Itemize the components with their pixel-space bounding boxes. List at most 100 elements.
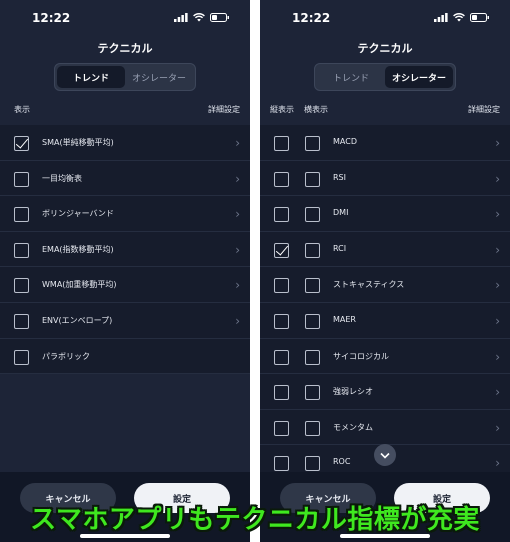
item-label: ROC (333, 457, 351, 467)
item-label: DMI (333, 208, 349, 218)
column-header: 縦表示 横表示 詳細設定 (260, 104, 510, 120)
clock: 12:22 (32, 11, 71, 25)
item-label: 強弱レシオ (333, 387, 373, 397)
home-indicator (80, 534, 170, 538)
horizontal-checkbox[interactable] (305, 278, 320, 294)
vertical-checkbox[interactable] (274, 349, 289, 365)
item-label: WMA(加重移動平均) (42, 280, 117, 290)
indicator-list: MACD › RSI › DMI › RCI › ストキャスティクス › MAE… (260, 125, 510, 481)
indicator-list: SMA(単純移動平均) › 一目均衡表 › ボリンジャーバンド › EMA(指数… (0, 125, 250, 375)
chevron-right-icon[interactable]: › (495, 422, 500, 434)
status-bar: 12:22 (260, 0, 510, 36)
horizontal-checkbox[interactable] (305, 242, 320, 258)
horizontal-checkbox[interactable] (305, 313, 320, 329)
horizontal-checkbox[interactable] (305, 207, 320, 223)
item-label: RCI (333, 243, 347, 253)
chevron-right-icon[interactable]: › (495, 386, 500, 398)
item-label: RSI (333, 172, 346, 182)
list-item[interactable]: モメンタム › (260, 410, 510, 446)
list-item[interactable]: RCI › (260, 232, 510, 268)
item-label: 一目均衡表 (42, 173, 82, 183)
horizontal-checkbox[interactable] (305, 385, 320, 401)
signal-icon (434, 13, 448, 22)
horizontal-checkbox[interactable] (305, 420, 320, 436)
tab-oscillator[interactable]: オシレーター (385, 66, 453, 88)
battery-icon (210, 13, 229, 22)
item-label: モメンタム (333, 422, 373, 432)
chevron-right-icon[interactable]: › (235, 173, 240, 185)
chevron-right-icon[interactable]: › (495, 137, 500, 149)
tab-trend[interactable]: トレンド (317, 66, 385, 88)
display-checkbox[interactable] (14, 136, 29, 151)
display-checkbox[interactable] (14, 349, 29, 365)
list-item[interactable]: MACD › (260, 125, 510, 161)
list-item[interactable]: パラボリック (0, 339, 250, 375)
horizontal-checkbox[interactable] (305, 349, 320, 365)
vertical-checkbox[interactable] (274, 420, 289, 436)
detail-header: 詳細設定 (468, 105, 500, 114)
chevron-right-icon[interactable]: › (235, 279, 240, 291)
vertical-header: 縦表示 (270, 105, 294, 114)
item-label: MAER (333, 314, 356, 324)
list-item[interactable]: WMA(加重移動平均) › (0, 267, 250, 303)
list-item[interactable]: サイコロジカル › (260, 339, 510, 375)
left-phone-screen: 12:22 テクニカル トレンド オシレーター 表示 詳細設定 SMA(単純移動… (0, 0, 250, 542)
detail-header: 詳細設定 (208, 105, 240, 114)
vertical-checkbox[interactable] (274, 171, 289, 187)
promo-caption: スマホアプリもテクニカル指標が充実 (30, 504, 480, 535)
chevron-right-icon[interactable]: › (235, 244, 240, 256)
chevron-right-icon[interactable]: › (495, 315, 500, 327)
display-checkbox[interactable] (14, 207, 29, 223)
chevron-right-icon[interactable]: › (495, 351, 500, 363)
vertical-checkbox[interactable] (274, 136, 289, 151)
vertical-checkbox[interactable] (274, 313, 289, 329)
tab-trend[interactable]: トレンド (57, 66, 125, 88)
list-item[interactable]: ストキャスティクス › (260, 267, 510, 303)
vertical-checkbox[interactable] (274, 207, 289, 223)
status-icons (174, 13, 230, 22)
list-item[interactable]: 強弱レシオ › (260, 374, 510, 410)
wifi-icon (193, 13, 205, 22)
list-item[interactable]: MAER › (260, 303, 510, 339)
display-checkbox[interactable] (14, 313, 29, 329)
display-header: 表示 (14, 105, 30, 114)
chevron-down-icon (380, 452, 390, 459)
battery-icon (470, 13, 489, 22)
home-indicator (340, 534, 430, 538)
chevron-right-icon[interactable]: › (495, 244, 500, 256)
clock: 12:22 (292, 11, 331, 25)
horizontal-checkbox[interactable] (305, 171, 320, 187)
page-title: テクニカル (97, 42, 153, 55)
vertical-checkbox[interactable] (274, 385, 289, 401)
item-label: EMA(指数移動平均) (42, 244, 114, 254)
wifi-icon (453, 13, 465, 22)
chevron-right-icon[interactable]: › (495, 279, 500, 291)
list-item[interactable]: DMI › (260, 196, 510, 232)
chevron-right-icon[interactable]: › (235, 315, 240, 327)
horizontal-checkbox[interactable] (305, 136, 320, 151)
tab-oscillator[interactable]: オシレーター (125, 66, 193, 88)
list-item[interactable]: RSI › (260, 161, 510, 197)
chevron-right-icon[interactable]: › (235, 137, 240, 149)
vertical-checkbox[interactable] (274, 278, 289, 294)
chevron-right-icon[interactable]: › (495, 173, 500, 185)
horizontal-checkbox[interactable] (305, 456, 320, 472)
list-item[interactable]: SMA(単純移動平均) › (0, 125, 250, 161)
list-item[interactable]: ENV(エンベロープ) › (0, 303, 250, 339)
display-checkbox[interactable] (14, 242, 29, 258)
chevron-right-icon[interactable]: › (235, 208, 240, 220)
horizontal-header: 横表示 (304, 105, 328, 114)
list-item[interactable]: 一目均衡表 › (0, 161, 250, 197)
list-item[interactable]: EMA(指数移動平均) › (0, 232, 250, 268)
segment-control: トレンド オシレーター (54, 63, 196, 91)
vertical-checkbox[interactable] (274, 456, 289, 472)
display-checkbox[interactable] (14, 278, 29, 294)
scroll-down-button[interactable] (374, 444, 396, 466)
segment-control: トレンド オシレーター (314, 63, 456, 91)
list-item[interactable]: ボリンジャーバンド › (0, 196, 250, 232)
vertical-checkbox[interactable] (274, 242, 289, 258)
chevron-right-icon[interactable]: › (495, 208, 500, 220)
display-checkbox[interactable] (14, 171, 29, 187)
item-label: ストキャスティクス (333, 280, 405, 290)
chevron-right-icon[interactable]: › (495, 457, 500, 469)
